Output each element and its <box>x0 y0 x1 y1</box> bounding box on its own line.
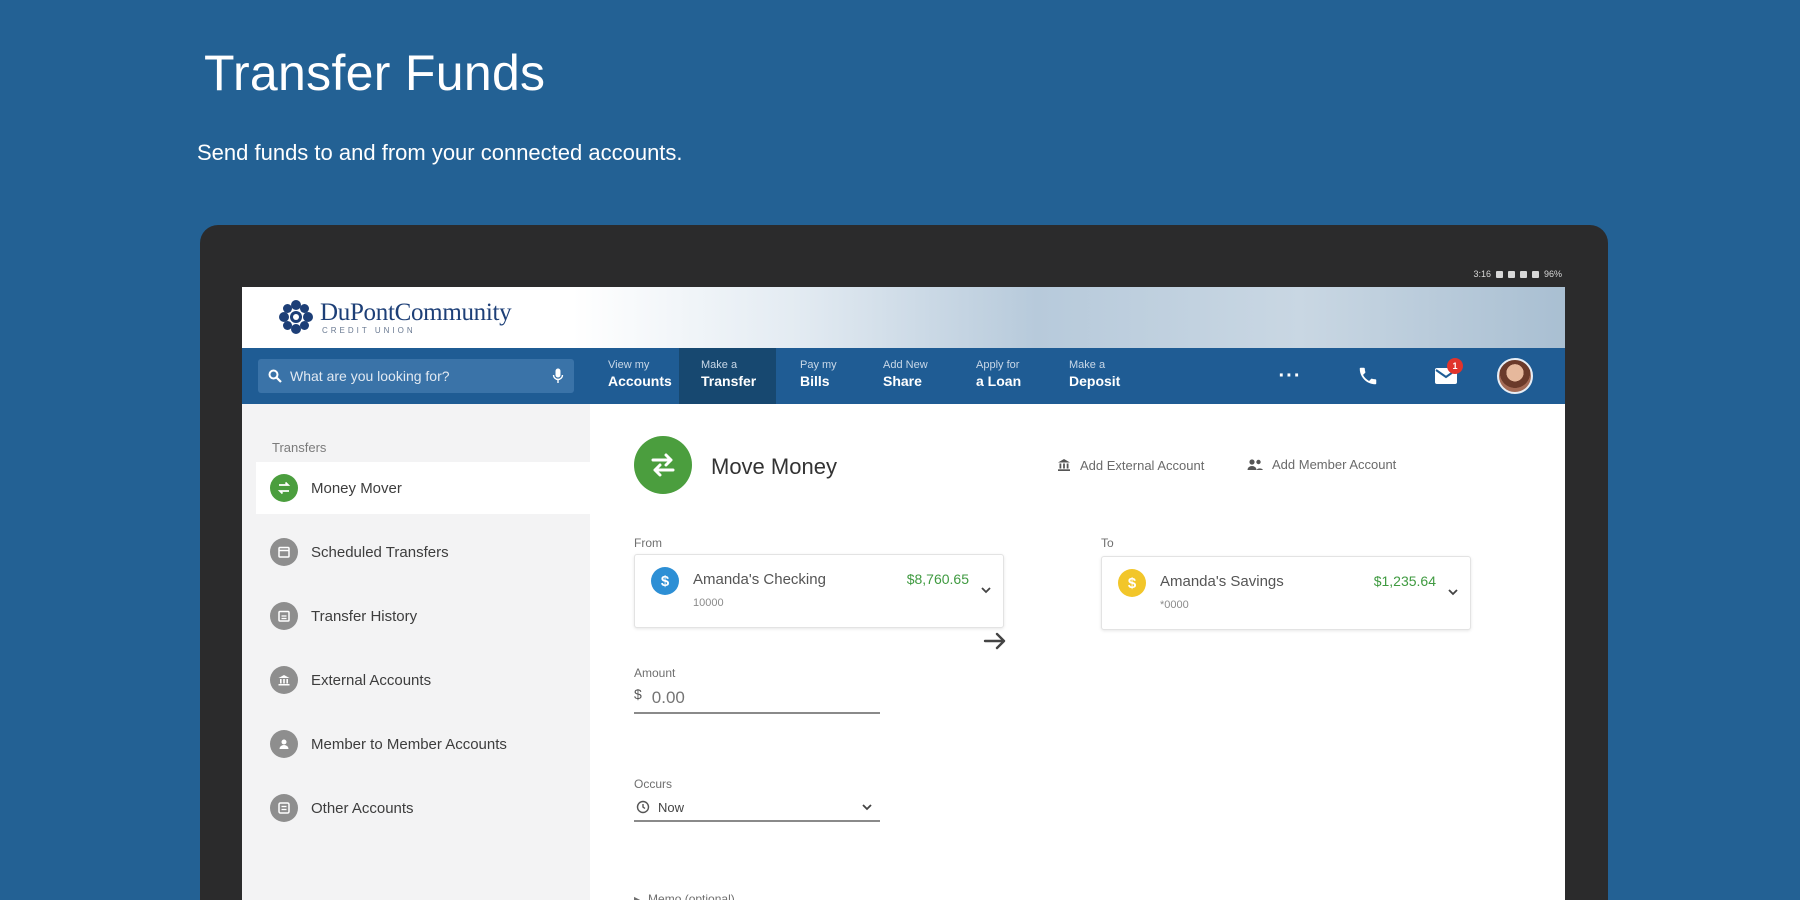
page-title: Transfer Funds <box>204 45 546 101</box>
move-money-panel: Move Money Add External Account Add Memb… <box>590 404 1565 900</box>
battery-icon <box>1531 270 1539 278</box>
add-external-account-link[interactable]: Add External Account <box>1056 457 1204 473</box>
brand-tagline: CREDIT UNION <box>322 325 416 335</box>
to-account-name: Amanda's Savings <box>1160 573 1284 590</box>
coin-icon: $ <box>1118 569 1146 597</box>
sidebar-item-label: Scheduled Transfers <box>311 543 449 561</box>
sidebar-heading: Transfers <box>272 440 327 455</box>
more-icon: ··· <box>1278 364 1302 387</box>
sidebar-item-transfer-history[interactable]: Transfer History <box>256 590 590 642</box>
app-screen: DuPontCommunity CREDIT UNION View <box>242 287 1565 900</box>
clock-icon <box>636 800 650 814</box>
memo-toggle[interactable]: ▸ Memo (optional) <box>634 892 735 900</box>
transfers-sidebar: Transfers Money Mover Scheduled Transfer… <box>242 404 590 900</box>
people-icon <box>270 730 298 758</box>
amount-input[interactable] <box>651 688 852 708</box>
from-account-number: 10000 <box>693 597 724 609</box>
sidebar-item-money-mover[interactable]: Money Mover <box>256 462 590 514</box>
unread-badge: 1 <box>1447 358 1463 374</box>
main-nav: View myAccounts Make aTransfer Pay myBil… <box>242 348 1565 404</box>
search-box[interactable] <box>258 359 574 393</box>
add-member-account-link[interactable]: Add Member Account <box>1246 457 1396 472</box>
dollar-icon: $ <box>651 567 679 595</box>
chevron-down-icon <box>862 804 872 811</box>
chevron-down-icon <box>981 587 991 594</box>
logo-mark-icon <box>278 299 314 335</box>
avatar <box>1497 358 1533 394</box>
phone-button[interactable] <box>1329 348 1407 404</box>
accounts-icon <box>270 794 298 822</box>
chevron-right-icon: ▸ <box>634 892 641 900</box>
from-account-name: Amanda's Checking <box>693 571 826 588</box>
wifi-icon <box>1507 270 1515 278</box>
brand-header: DuPontCommunity CREDIT UNION <box>242 287 1565 348</box>
nav-pay-bills[interactable]: Pay my Bills <box>778 348 857 404</box>
page-subtitle: Send funds to and from your connected ac… <box>197 140 683 165</box>
bank-icon <box>270 666 298 694</box>
nav-make-transfer[interactable]: Make a Transfer <box>679 348 777 404</box>
from-account-balance: $8,760.65 <box>906 571 969 587</box>
device-status-bar: 3:16 96% <box>1473 269 1562 279</box>
add-people-icon <box>1247 458 1263 470</box>
history-icon <box>270 602 298 630</box>
to-account-number: *0000 <box>1160 599 1189 611</box>
sidebar-item-label: Money Mover <box>311 479 402 497</box>
amount-field[interactable]: $ <box>634 682 880 714</box>
occurs-select[interactable]: Now <box>634 794 880 822</box>
swap-icon <box>270 474 298 502</box>
messages-button[interactable]: 1 <box>1407 348 1485 404</box>
sidebar-item-external-accounts[interactable]: External Accounts <box>256 654 590 706</box>
sidebar-item-label: Other Accounts <box>311 799 414 817</box>
sidebar-item-label: Member to Member Accounts <box>311 735 507 753</box>
nav-actions: ··· 1 <box>1251 348 1545 404</box>
nav-apply-loan[interactable]: Apply for a Loan <box>954 348 1041 404</box>
signal-icon <box>1519 270 1527 278</box>
currency-symbol: $ <box>634 686 642 702</box>
microphone-icon[interactable] <box>552 368 564 384</box>
to-account-balance: $1,235.64 <box>1373 573 1436 589</box>
sidebar-item-label: Transfer History <box>311 607 418 625</box>
status-time: 3:16 <box>1473 269 1491 279</box>
nav-make-deposit[interactable]: Make a Deposit <box>1047 348 1140 404</box>
chevron-down-icon <box>1448 589 1458 596</box>
search-icon <box>268 369 282 383</box>
tablet-frame: 3:16 96% DuPontCommunity CREDIT UNION Wh… <box>200 225 1608 900</box>
from-account-select[interactable]: $ Amanda's Checking 10000 $8,760.65 <box>634 554 1004 628</box>
status-battery: 96% <box>1543 269 1562 279</box>
brand-name: DuPontCommunity <box>320 298 512 326</box>
search-input[interactable] <box>290 368 544 384</box>
sidebar-item-label: External Accounts <box>311 671 432 689</box>
bank-icon <box>1058 459 1070 471</box>
sidebar-item-scheduled-transfers[interactable]: Scheduled Transfers <box>256 526 590 578</box>
profile-button[interactable] <box>1485 348 1545 404</box>
brand-logo[interactable]: DuPontCommunity CREDIT UNION <box>278 298 512 335</box>
nav-view-accounts[interactable]: View my Accounts <box>586 348 692 404</box>
to-account-select[interactable]: $ Amanda's Savings *0000 $1,235.64 <box>1101 556 1471 630</box>
sidebar-item-other-accounts[interactable]: Other Accounts <box>256 782 590 834</box>
notification-icon <box>1495 270 1503 278</box>
nav-add-share[interactable]: Add New Share <box>861 348 948 404</box>
occurs-value: Now <box>658 799 685 815</box>
calendar-icon <box>270 538 298 566</box>
occurs-label: Occurs <box>634 777 673 791</box>
amount-label: Amount <box>634 666 676 680</box>
arrow-right-icon <box>983 632 1006 650</box>
to-label: To <box>1101 536 1114 550</box>
from-label: From <box>634 536 662 550</box>
phone-icon <box>1359 367 1377 385</box>
sidebar-item-member-accounts[interactable]: Member to Member Accounts <box>256 718 590 770</box>
move-money-icon <box>634 436 692 494</box>
section-title: Move Money <box>711 454 837 479</box>
more-menu-button[interactable]: ··· <box>1251 348 1329 404</box>
